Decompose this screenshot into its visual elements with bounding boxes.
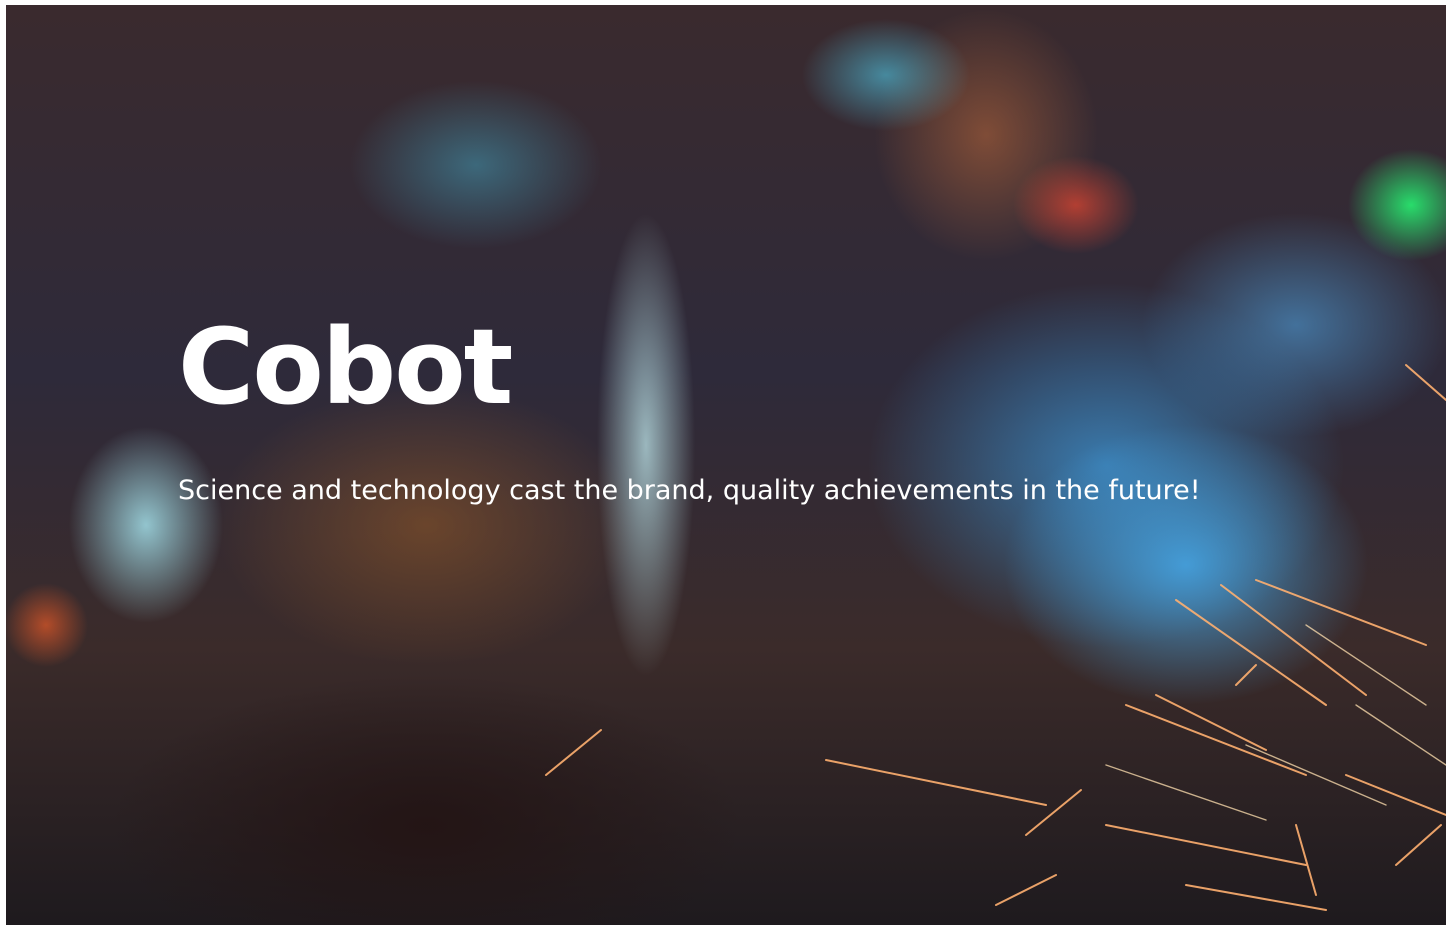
page-title: Cobot (178, 306, 513, 428)
hero-banner: Cobot Science and technology cast the br… (6, 5, 1446, 925)
welding-sparks-image (545, 364, 1446, 911)
hero-subtitle: Science and technology cast the brand, q… (178, 475, 1201, 506)
